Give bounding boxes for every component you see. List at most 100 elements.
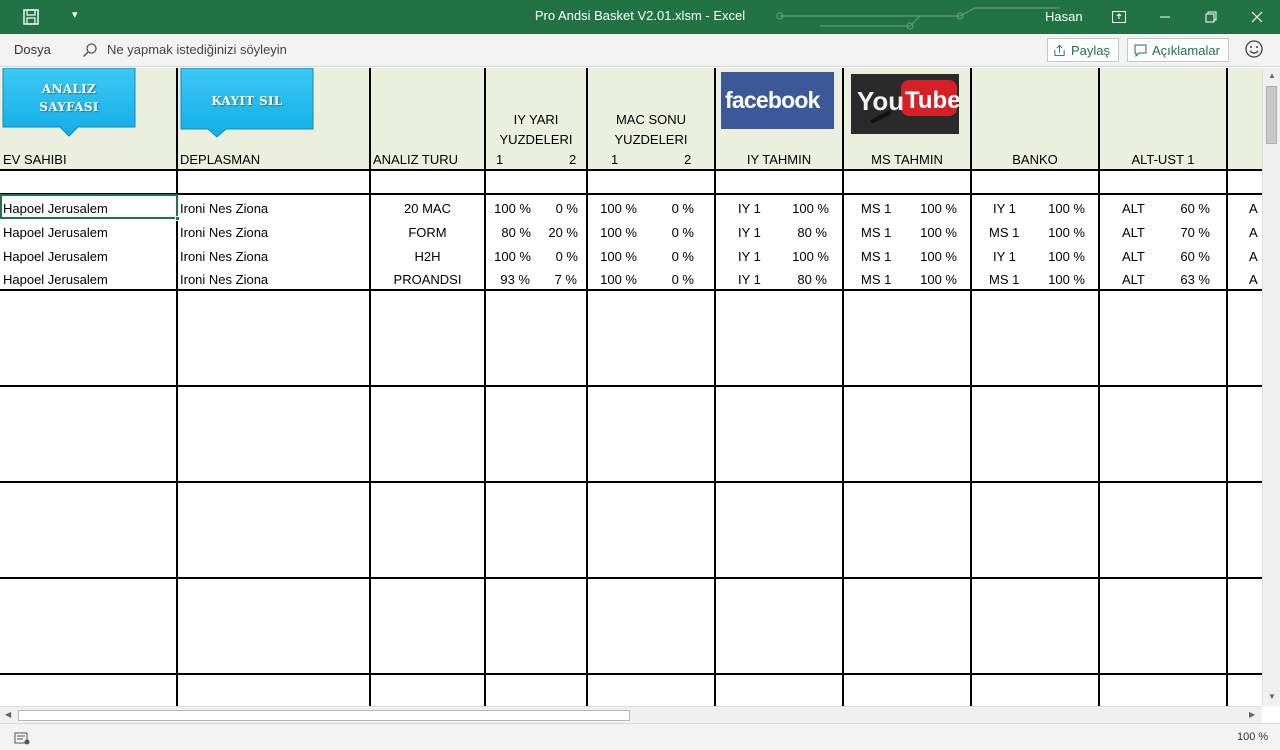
iy1-cell[interactable]: 80 % (486, 225, 531, 241)
scroll-down-icon[interactable]: ▼ (1268, 692, 1276, 701)
vertical-scroll-thumb[interactable] (1266, 86, 1277, 144)
customize-qat-icon[interactable]: ▾ (72, 8, 78, 21)
iy2-cell[interactable]: 0 % (536, 201, 578, 217)
iy-tahmin-cell[interactable]: IY 1 (738, 201, 761, 217)
away-team-cell[interactable]: Ironi Nes Ziona (180, 249, 268, 265)
grid-border (0, 169, 1262, 171)
alt-ust-pct-cell[interactable]: 60 % (1170, 201, 1210, 217)
restore-icon (1205, 11, 1217, 23)
horizontal-scroll-thumb[interactable] (18, 710, 630, 721)
iy-tahmin-cell[interactable]: IY 1 (738, 249, 761, 265)
iy1-cell[interactable]: 100 % (486, 201, 531, 217)
banko-cell[interactable]: MS 1 (989, 225, 1019, 241)
iy-tahmin-cell[interactable]: IY 1 (738, 225, 761, 241)
ms1-cell[interactable]: 100 % (588, 249, 637, 265)
away-team-cell[interactable]: Ironi Nes Ziona (180, 272, 268, 288)
banko-pct-cell[interactable]: 100 % (1036, 249, 1085, 265)
youtube-tube-text: Tube (905, 87, 959, 114)
analysis-type-cell[interactable]: 20 MAC (371, 201, 484, 217)
alt-ust-cell[interactable]: ALT (1122, 201, 1145, 217)
iy-tahmin-cell[interactable]: IY 1 (738, 272, 761, 288)
iy1-cell[interactable]: 100 % (486, 249, 531, 265)
feedback-smiley-icon[interactable] (1244, 39, 1264, 59)
iy2-cell[interactable]: 20 % (536, 225, 578, 241)
alt-ust-pct-cell[interactable]: 60 % (1170, 249, 1210, 265)
share-label: Paylaş (1070, 42, 1110, 58)
alt-ust-cell[interactable]: ALT (1122, 225, 1145, 241)
ms2-cell[interactable]: 0 % (640, 201, 694, 217)
iy-tahmin-pct-cell[interactable]: 100 % (780, 201, 829, 217)
ms-tahmin-cell[interactable]: MS 1 (861, 249, 891, 265)
banko-pct-cell[interactable]: 100 % (1036, 201, 1085, 217)
comments-button[interactable]: Açıklamalar (1127, 38, 1229, 62)
scroll-right-icon[interactable]: ▶ (1249, 710, 1255, 719)
alt-ust-cell[interactable]: ALT (1122, 272, 1145, 288)
delete-record-button[interactable]: KAYIT SIL (180, 68, 314, 138)
ms2-cell[interactable]: 0 % (640, 225, 694, 241)
user-name[interactable]: Hasan (1045, 9, 1083, 24)
banko-pct-cell[interactable]: 100 % (1036, 272, 1085, 288)
horizontal-scrollbar[interactable]: ◀ ▶ (0, 706, 1262, 723)
alt-ust-pct-cell[interactable]: 70 % (1170, 225, 1210, 241)
ms1-cell[interactable]: 100 % (588, 272, 637, 288)
ms2-cell[interactable]: 0 % (640, 272, 694, 288)
home-team-cell[interactable]: Hapoel Jerusalem (3, 272, 108, 288)
banko-cell[interactable]: IY 1 (993, 201, 1016, 217)
scroll-left-icon[interactable]: ◀ (5, 710, 11, 719)
analysis-type-cell[interactable]: H2H (371, 249, 484, 265)
ms-tahmin-pct-cell[interactable]: 100 % (908, 225, 957, 241)
ms2-cell[interactable]: 0 % (640, 249, 694, 265)
ms1-cell[interactable]: 100 % (588, 225, 637, 241)
facebook-logo[interactable]: facebook (721, 72, 834, 129)
ms-tahmin-cell[interactable]: MS 1 (861, 201, 891, 217)
alt-ust-pct-cell[interactable]: 63 % (1170, 272, 1210, 288)
close-button[interactable] (1234, 0, 1280, 34)
banko-cell[interactable]: IY 1 (993, 249, 1016, 265)
iy-tahmin-pct-cell[interactable]: 80 % (780, 272, 827, 288)
iy-tahmin-pct-cell[interactable]: 80 % (780, 225, 827, 241)
away-team-cell[interactable]: Ironi Nes Ziona (180, 201, 268, 217)
title-bar: ▾ Pro Andsi Basket V2.01.xlsm - Excel Ha… (0, 0, 1280, 34)
ms-tahmin-pct-cell[interactable]: 100 % (908, 272, 957, 288)
zoom-level[interactable]: 100 % (1237, 731, 1268, 743)
active-cell-selection[interactable] (0, 194, 178, 219)
next-column-cell[interactable]: A (1249, 272, 1258, 288)
iy2-cell[interactable]: 7 % (536, 272, 577, 288)
ribbon-display-button[interactable] (1096, 0, 1142, 34)
next-column-cell[interactable]: A (1249, 201, 1258, 217)
share-button[interactable]: Paylaş (1047, 38, 1119, 62)
iy1-cell[interactable]: 93 % (486, 272, 530, 288)
file-tab[interactable]: Dosya (14, 42, 51, 57)
home-team-cell[interactable]: Hapoel Jerusalem (3, 249, 108, 265)
fill-handle[interactable] (175, 216, 180, 221)
ms-tahmin-pct-cell[interactable]: 100 % (908, 249, 957, 265)
ms-tahmin-cell[interactable]: MS 1 (861, 272, 891, 288)
tell-me-input[interactable]: Ne yapmak istediğinizi söyleyin (107, 42, 287, 57)
save-icon[interactable] (22, 8, 40, 26)
analysis-page-button[interactable]: ANALIZ SAYFASI (2, 68, 136, 138)
analysis-type-cell[interactable]: PROANDSI (371, 272, 484, 288)
banko-cell[interactable]: MS 1 (989, 272, 1019, 288)
grid-border (0, 673, 1262, 675)
ms1-cell[interactable]: 100 % (588, 201, 637, 217)
vertical-scrollbar[interactable]: ▲ ▼ (1262, 68, 1280, 706)
away-team-cell[interactable]: Ironi Nes Ziona (180, 225, 268, 241)
next-column-cell[interactable]: A (1249, 225, 1258, 241)
iy2-cell[interactable]: 0 % (536, 249, 578, 265)
analysis-type-cell[interactable]: FORM (371, 225, 484, 241)
header-banko: BANKO (1012, 152, 1058, 167)
banko-pct-cell[interactable]: 100 % (1036, 225, 1085, 241)
minimize-button[interactable] (1142, 0, 1188, 34)
restore-button[interactable] (1188, 0, 1234, 34)
home-team-cell[interactable]: Hapoel Jerusalem (3, 225, 108, 241)
ms-tahmin-cell[interactable]: MS 1 (861, 225, 891, 241)
ms-tahmin-pct-cell[interactable]: 100 % (908, 201, 957, 217)
next-column-cell[interactable]: A (1249, 249, 1258, 265)
macro-record-icon[interactable] (14, 731, 30, 745)
worksheet-grid[interactable]: ANALIZ SAYFASI KAYIT SIL facebook You Tu… (0, 68, 1262, 706)
youtube-logo[interactable]: You Tube (851, 74, 959, 134)
iy-tahmin-pct-cell[interactable]: 100 % (780, 249, 829, 265)
grid-border (0, 481, 1262, 483)
scroll-up-icon[interactable]: ▲ (1268, 71, 1276, 80)
alt-ust-cell[interactable]: ALT (1122, 249, 1145, 265)
